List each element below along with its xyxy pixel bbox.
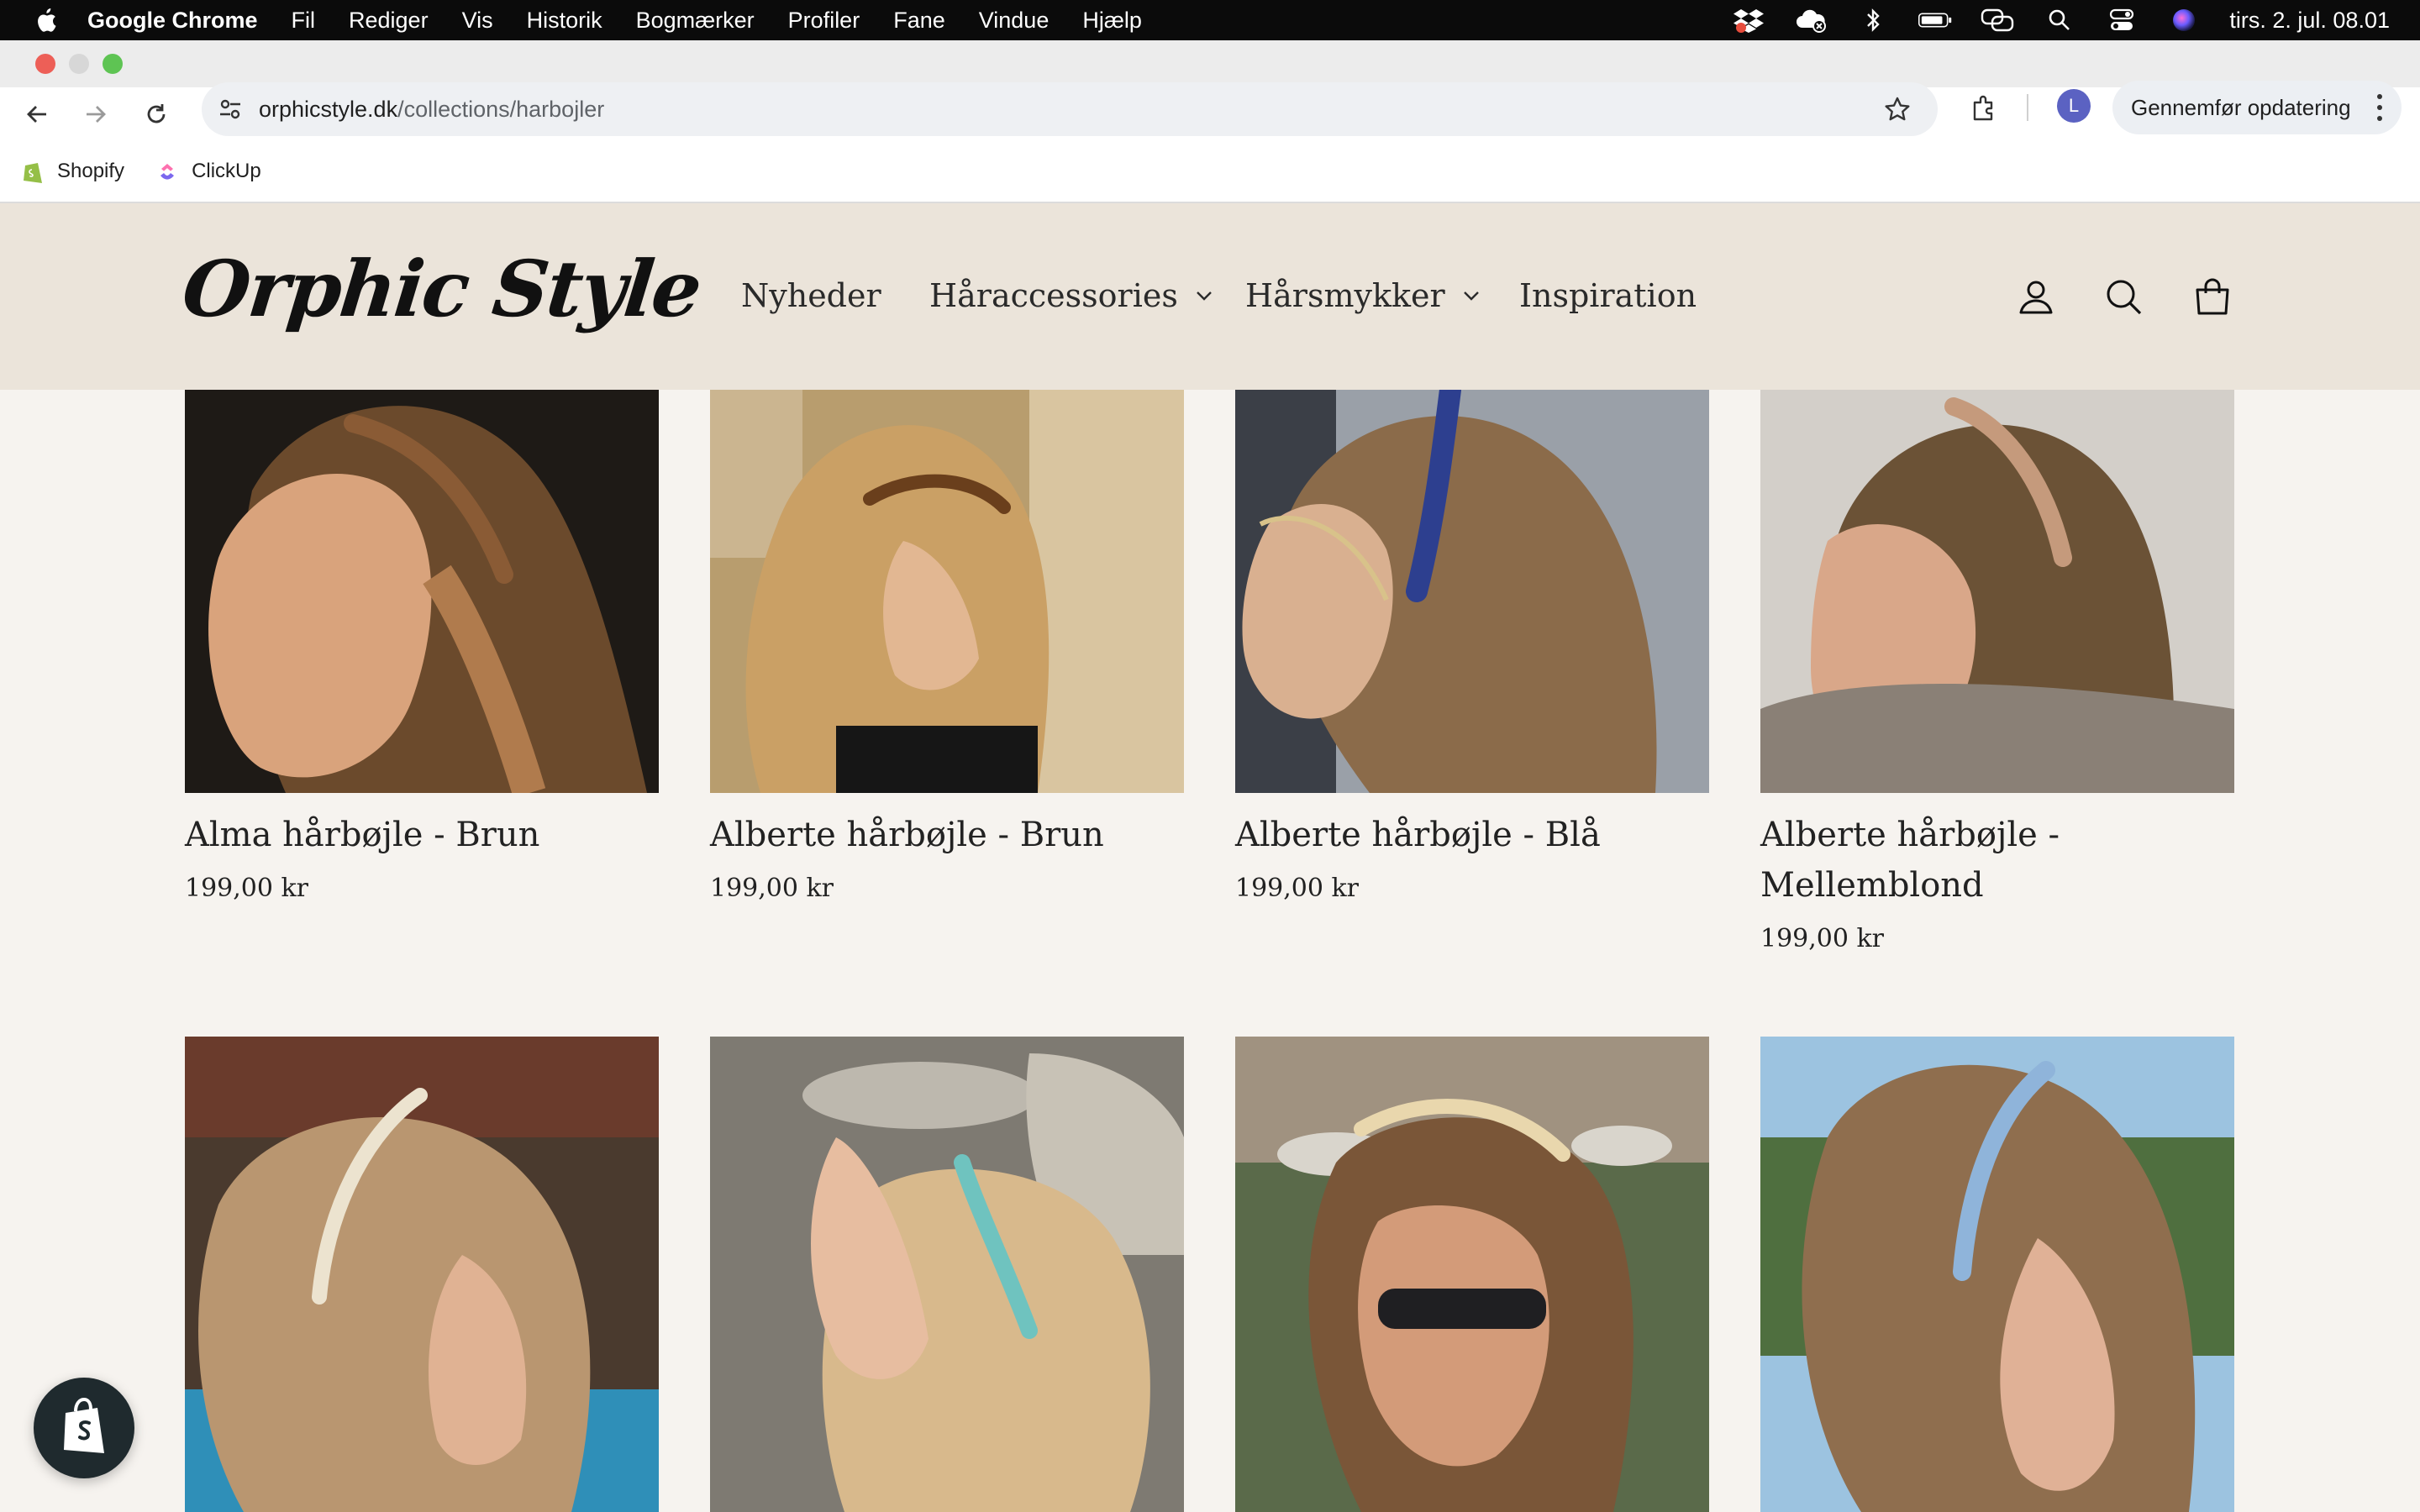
toolbar-divider xyxy=(2027,94,2028,121)
nav-inspiration-label: Inspiration xyxy=(1519,277,1697,314)
nav-haraccessories[interactable]: Håraccessories xyxy=(929,277,1213,314)
more-menu-icon[interactable] xyxy=(2373,94,2386,121)
product-price-1: 199,00 kr xyxy=(710,874,834,903)
siri-icon[interactable] xyxy=(2167,7,2201,34)
product-image-row2-4[interactable] xyxy=(1760,1037,2234,1512)
product-title-1[interactable]: Alberte hårbøjle - Brun xyxy=(710,810,1184,860)
screen-mirroring-icon[interactable] xyxy=(1981,7,2014,34)
nav-harsmykker-label: Hårsmykker xyxy=(1245,277,1445,314)
product-image-alberte-bla[interactable] xyxy=(1235,390,1709,793)
minimize-window-button[interactable] xyxy=(69,54,89,74)
reload-button[interactable] xyxy=(133,91,180,138)
spotlight-icon[interactable] xyxy=(2043,7,2076,34)
product-image-row2-2[interactable] xyxy=(710,1037,1184,1512)
account-icon[interactable] xyxy=(2013,274,2059,319)
product-price-0: 199,00 kr xyxy=(185,874,309,903)
bookmark-star-icon[interactable] xyxy=(1882,94,1912,124)
dropbox-icon[interactable] xyxy=(1732,7,1765,34)
product-image-alma-brun[interactable] xyxy=(185,390,659,793)
product-title-3[interactable]: Alberte hårbøjle - Mellemblond xyxy=(1760,810,2113,911)
chevron-down-icon xyxy=(1195,286,1213,305)
window-titlebar xyxy=(0,40,2420,87)
menu-bogmaerker[interactable]: Bogmærker xyxy=(636,8,755,34)
url-domain: orphicstyle.dk xyxy=(259,96,398,122)
macos-menubar: Google Chrome Fil Rediger Vis Historik B… xyxy=(0,0,2420,40)
bookmark-shopify-label: Shopify xyxy=(57,160,125,182)
menubar-clock[interactable]: tirs. 2. jul. 08.01 xyxy=(2229,8,2390,34)
search-icon[interactable] xyxy=(2101,274,2146,319)
menu-profiler[interactable]: Profiler xyxy=(788,8,860,34)
extensions-icon[interactable] xyxy=(1965,87,2005,128)
apple-icon[interactable] xyxy=(32,7,59,34)
menu-app-name[interactable]: Google Chrome xyxy=(87,8,258,34)
product-price-3: 199,00 kr xyxy=(1760,924,1885,953)
bookmark-clickup[interactable]: ClickUp xyxy=(155,159,261,184)
product-image-row2-3[interactable] xyxy=(1235,1037,1709,1512)
update-label: Gennemfør opdatering xyxy=(2131,94,2351,120)
shopify-chat-button[interactable] xyxy=(34,1378,134,1478)
battery-icon[interactable] xyxy=(1918,7,1952,34)
clickup-icon xyxy=(155,159,180,184)
product-image-alberte-brun[interactable] xyxy=(710,390,1184,793)
menu-historik[interactable]: Historik xyxy=(527,8,602,34)
close-window-button[interactable] xyxy=(35,54,55,74)
update-button[interactable]: Gennemfør opdatering xyxy=(2112,81,2402,134)
cart-icon[interactable] xyxy=(2190,274,2235,319)
back-button[interactable] xyxy=(13,91,60,138)
address-bar[interactable]: orphicstyle.dk/collections/harbojler xyxy=(202,82,1938,136)
url-path: /collections/harbojler xyxy=(397,96,605,122)
nav-nyheder-label: Nyheder xyxy=(741,277,881,314)
bluetooth-icon[interactable] xyxy=(1856,7,1890,34)
product-image-row2-1[interactable] xyxy=(185,1037,659,1512)
nav-nyheder[interactable]: Nyheder xyxy=(741,277,881,314)
nav-inspiration[interactable]: Inspiration xyxy=(1519,277,1697,314)
menu-vindue[interactable]: Vindue xyxy=(979,8,1050,34)
forward-button[interactable] xyxy=(72,91,119,138)
product-price-2: 199,00 kr xyxy=(1235,874,1360,903)
menu-fane[interactable]: Fane xyxy=(893,8,945,34)
cloud-icon[interactable] xyxy=(1794,7,1828,34)
site-logo[interactable]: Orphic Style xyxy=(178,244,704,334)
site-settings-icon[interactable] xyxy=(217,96,244,123)
product-title-0[interactable]: Alma hårbøjle - Brun xyxy=(185,810,659,860)
shopify-icon xyxy=(20,159,45,184)
menu-vis[interactable]: Vis xyxy=(462,8,493,34)
address-url[interactable]: orphicstyle.dk/collections/harbojler xyxy=(259,97,604,123)
product-title-2[interactable]: Alberte hårbøjle - Blå xyxy=(1235,810,1709,860)
profile-avatar[interactable]: L xyxy=(2057,89,2091,123)
control-center-icon[interactable] xyxy=(2105,7,2139,34)
menu-fil[interactable]: Fil xyxy=(292,8,316,34)
nav-harsmykker[interactable]: Hårsmykker xyxy=(1245,277,1481,314)
zoom-window-button[interactable] xyxy=(103,54,123,74)
bookmarks-bar: Shopify ClickUp xyxy=(0,141,2420,203)
shopify-bag-icon xyxy=(57,1396,111,1461)
product-image-alberte-mellemblond[interactable] xyxy=(1760,390,2234,793)
menu-rediger[interactable]: Rediger xyxy=(349,8,429,34)
bookmark-clickup-label: ClickUp xyxy=(192,160,261,182)
bookmark-shopify[interactable]: Shopify xyxy=(20,159,124,184)
menu-hjaelp[interactable]: Hjælp xyxy=(1082,8,1142,34)
nav-haraccessories-label: Håraccessories xyxy=(929,277,1178,314)
chevron-down-icon xyxy=(1462,286,1481,305)
